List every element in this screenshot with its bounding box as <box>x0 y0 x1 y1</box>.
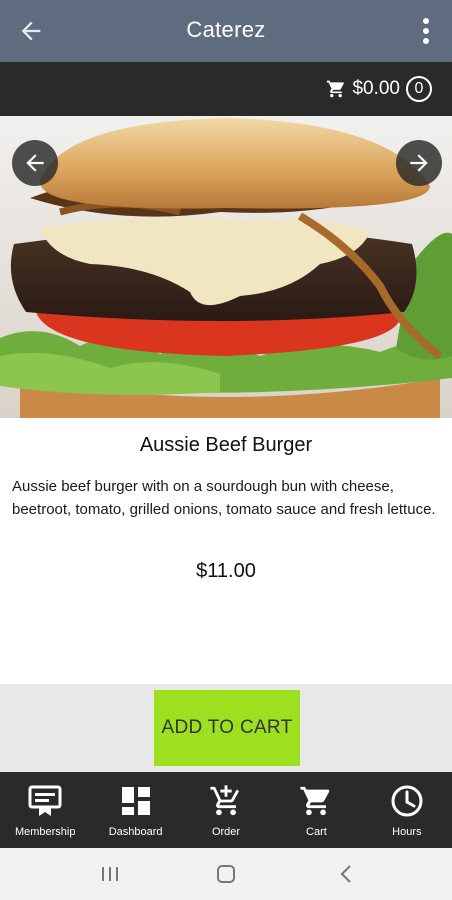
recent-apps-icon <box>102 867 118 881</box>
more-vertical-icon <box>423 18 429 44</box>
cart-summary-bar: $0.00 0 <box>0 62 452 116</box>
nav-label-membership: Membership <box>14 826 76 838</box>
nav-label-order: Order <box>211 826 241 838</box>
product-description: Aussie beef burger with on a sourdough b… <box>12 478 436 518</box>
product-image <box>0 116 452 418</box>
nav-item-membership[interactable]: Membership <box>0 772 90 848</box>
arrow-right-icon <box>410 154 428 172</box>
product-detail-screen: Caterez $0.00 0 Aussie Beef Burger Aussi… <box>0 0 452 900</box>
nav-label-hours: Hours <box>392 826 422 838</box>
nav-item-order[interactable]: Order <box>181 772 271 848</box>
action-area: ADD TO CART <box>0 684 452 772</box>
app-title: Caterez <box>186 17 266 42</box>
nav-item-dashboard[interactable]: Dashboard <box>90 772 180 848</box>
previous-image-button[interactable] <box>12 140 58 186</box>
system-navigation-bar <box>0 848 452 900</box>
overflow-menu-button[interactable] <box>414 14 438 48</box>
nav-label-cart: Cart <box>306 826 327 838</box>
cart-icon <box>300 786 330 816</box>
nav-label-dashboard: Dashboard <box>108 826 163 838</box>
product-price: $11.00 <box>196 560 256 582</box>
clock-icon <box>391 785 423 817</box>
home-icon <box>217 865 235 883</box>
dashboard-grid-icon <box>121 787 150 815</box>
bottom-navigation: Membership Dashboard Order Cart Hours <box>0 772 452 848</box>
system-back-button[interactable] <box>332 860 360 888</box>
nav-item-hours[interactable]: Hours <box>362 772 452 848</box>
cart-summary[interactable]: $0.00 0 <box>326 62 432 116</box>
cart-count-badge: 0 <box>406 76 432 102</box>
product-details: Aussie Beef Burger Aussie beef burger wi… <box>0 418 452 684</box>
cart-plus-icon <box>210 785 240 816</box>
nav-item-cart[interactable]: Cart <box>271 772 361 848</box>
next-image-button[interactable] <box>396 140 442 186</box>
add-to-cart-button[interactable]: ADD TO CART <box>154 690 300 766</box>
chevron-left-icon <box>340 865 351 883</box>
recent-apps-button[interactable] <box>96 860 124 888</box>
cart-total: $0.00 <box>352 78 400 99</box>
app-bar: Caterez <box>0 0 452 62</box>
membership-card-icon <box>28 785 62 816</box>
product-name: Aussie Beef Burger <box>139 434 313 456</box>
burger-image <box>0 116 452 418</box>
arrow-left-icon <box>26 154 44 172</box>
home-button[interactable] <box>212 860 240 888</box>
cart-icon <box>327 80 345 98</box>
